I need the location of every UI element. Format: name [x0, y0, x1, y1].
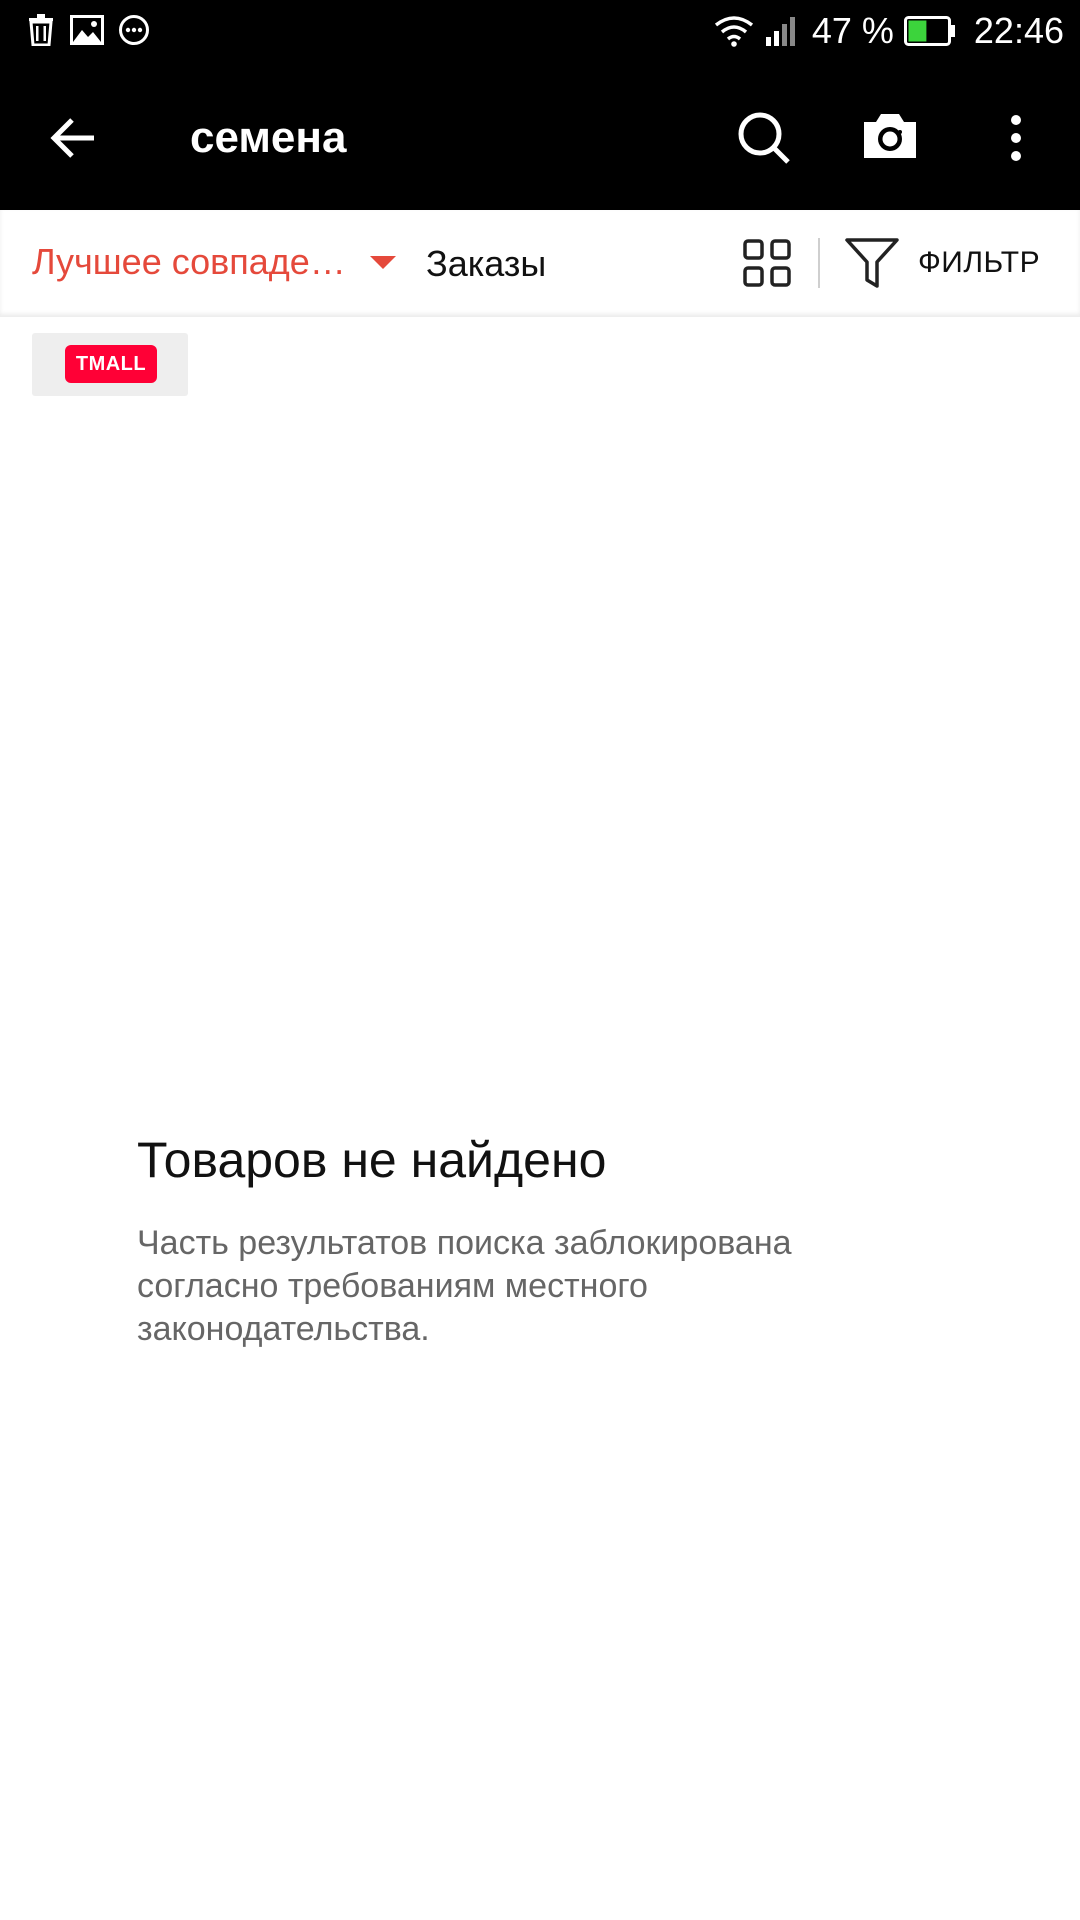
- caret-down-icon: [369, 255, 396, 269]
- clock: 22:46: [973, 10, 1064, 51]
- image-icon: [70, 15, 104, 45]
- empty-state-message: Часть результатов поиска заблокирована с…: [137, 1224, 792, 1348]
- grid-view-toggle[interactable]: [742, 238, 792, 288]
- camera-search-button[interactable]: [858, 104, 922, 168]
- status-system: 47 % 22:46: [714, 10, 1064, 52]
- sort-label: Лучшее совпаде…: [32, 241, 346, 282]
- toolbar-divider: [818, 238, 820, 288]
- search-button[interactable]: [734, 108, 794, 168]
- status-notifications: [26, 14, 150, 46]
- trash-icon: [29, 14, 53, 46]
- chat-icon: [119, 15, 149, 45]
- wifi-icon: [714, 16, 753, 47]
- search-results-screen: 47 % 22:46 семена Лучшее совпаде… Заказы…: [0, 0, 1080, 1920]
- signal-icon: [765, 17, 795, 46]
- camera-icon: [864, 114, 916, 158]
- empty-state-title: Товаров не найдено: [137, 1132, 607, 1188]
- tmall-filter-chip[interactable]: TMALL: [32, 333, 188, 396]
- app-bar: семена: [0, 64, 1080, 210]
- filter-button[interactable]: ФИЛЬТР: [844, 236, 1040, 290]
- sort-filter-bar: Лучшее совпаде… Заказы ФИЛЬТР: [0, 210, 1080, 317]
- sort-by-orders-button[interactable]: Заказы: [426, 242, 546, 286]
- tmall-logo: TMALL: [65, 345, 157, 383]
- more-options-button[interactable]: [1000, 108, 1032, 168]
- more-vert-icon: [1011, 115, 1021, 161]
- filter-label: ФИЛЬТР: [918, 246, 1041, 279]
- search-query-title[interactable]: семена: [190, 113, 346, 163]
- battery-icon: [903, 16, 955, 46]
- status-bar: 47 % 22:46: [0, 0, 1080, 64]
- back-arrow-icon: [50, 118, 94, 158]
- filter-funnel-icon: [845, 238, 899, 288]
- back-button[interactable]: [44, 108, 104, 168]
- battery-percent: 47 %: [811, 10, 894, 51]
- grid-view-icon: [743, 239, 791, 287]
- sort-dropdown[interactable]: Лучшее совпаде…: [32, 240, 396, 284]
- search-icon: [738, 112, 790, 164]
